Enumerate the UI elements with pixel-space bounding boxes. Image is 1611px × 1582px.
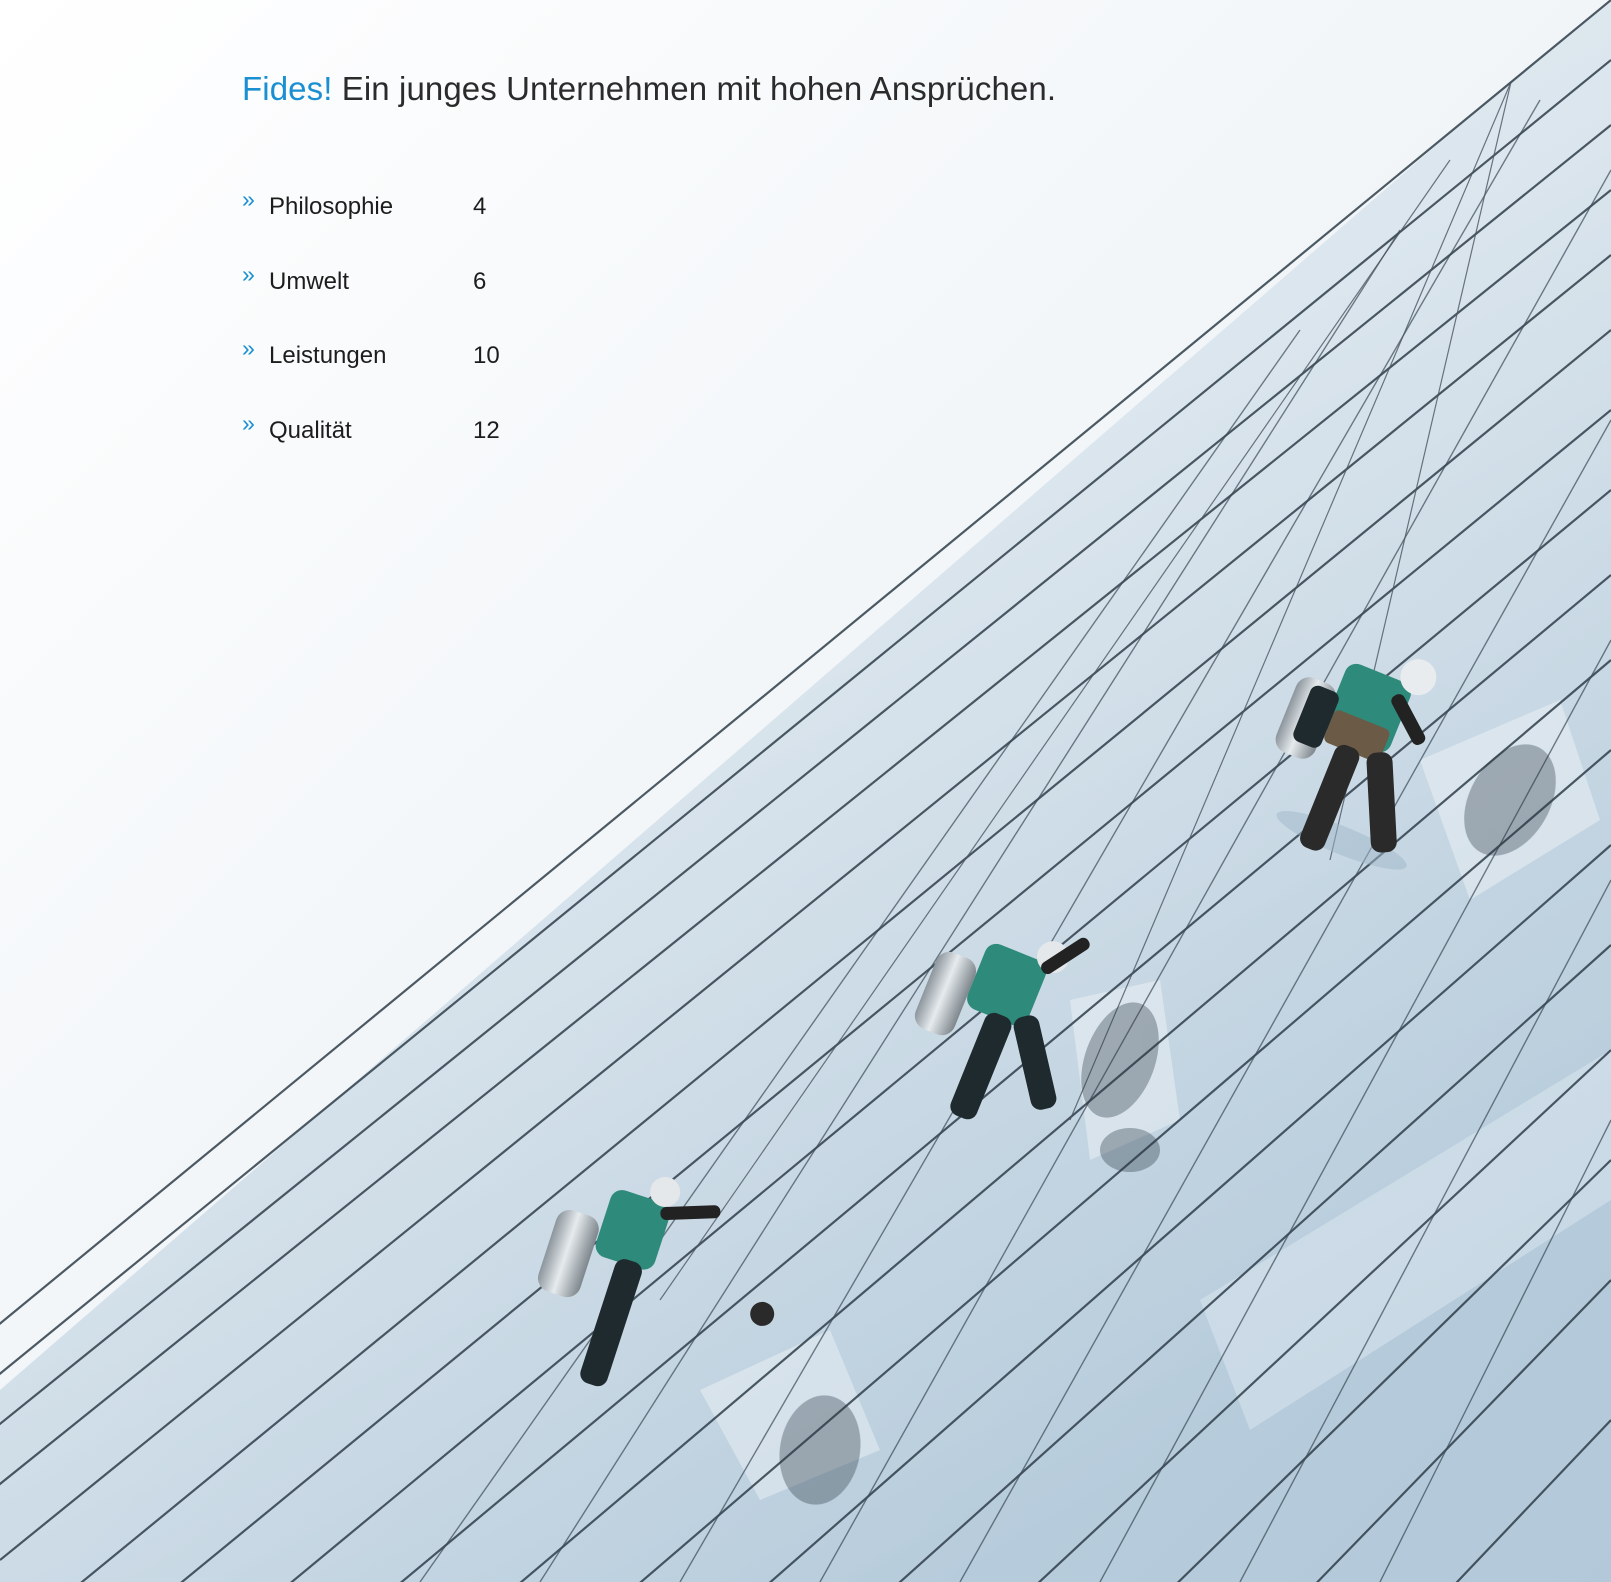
- toc-page-number: 10: [473, 342, 500, 369]
- toc-label: Qualität: [269, 416, 352, 444]
- chevron-right-icon: »: [242, 335, 255, 361]
- toc-item-leistungen[interactable]: » Leistungen 10: [242, 335, 542, 414]
- brochure-page: Fides! Ein junges Unternehmen mit hohen …: [0, 0, 1611, 1582]
- toc-item-philosophie[interactable]: » Philosophie 4: [242, 186, 542, 265]
- chevron-right-icon: »: [242, 409, 255, 436]
- toc-page-number: 12: [473, 416, 500, 444]
- chevron-right-icon: »: [242, 260, 255, 287]
- headline-text: Ein junges Unternehmen mit hohen Ansprüc…: [341, 70, 1057, 107]
- toc-page-number: 4: [473, 193, 487, 220]
- toc-item-qualitaet[interactable]: » Qualität 12: [242, 410, 542, 489]
- toc-page-number: 6: [473, 267, 487, 295]
- table-of-contents: » Philosophie 4 » Umwelt 6 » Leistungen …: [242, 186, 542, 489]
- toc-label: Umwelt: [269, 267, 350, 295]
- brand-name: Fides!: [242, 70, 333, 107]
- toc-label: Leistungen: [269, 342, 387, 369]
- toc-label: Philosophie: [269, 193, 394, 220]
- chevron-right-icon: »: [242, 186, 255, 212]
- toc-item-umwelt[interactable]: » Umwelt 6: [242, 261, 542, 340]
- page-headline: Fides! Ein junges Unternehmen mit hohen …: [242, 70, 1056, 108]
